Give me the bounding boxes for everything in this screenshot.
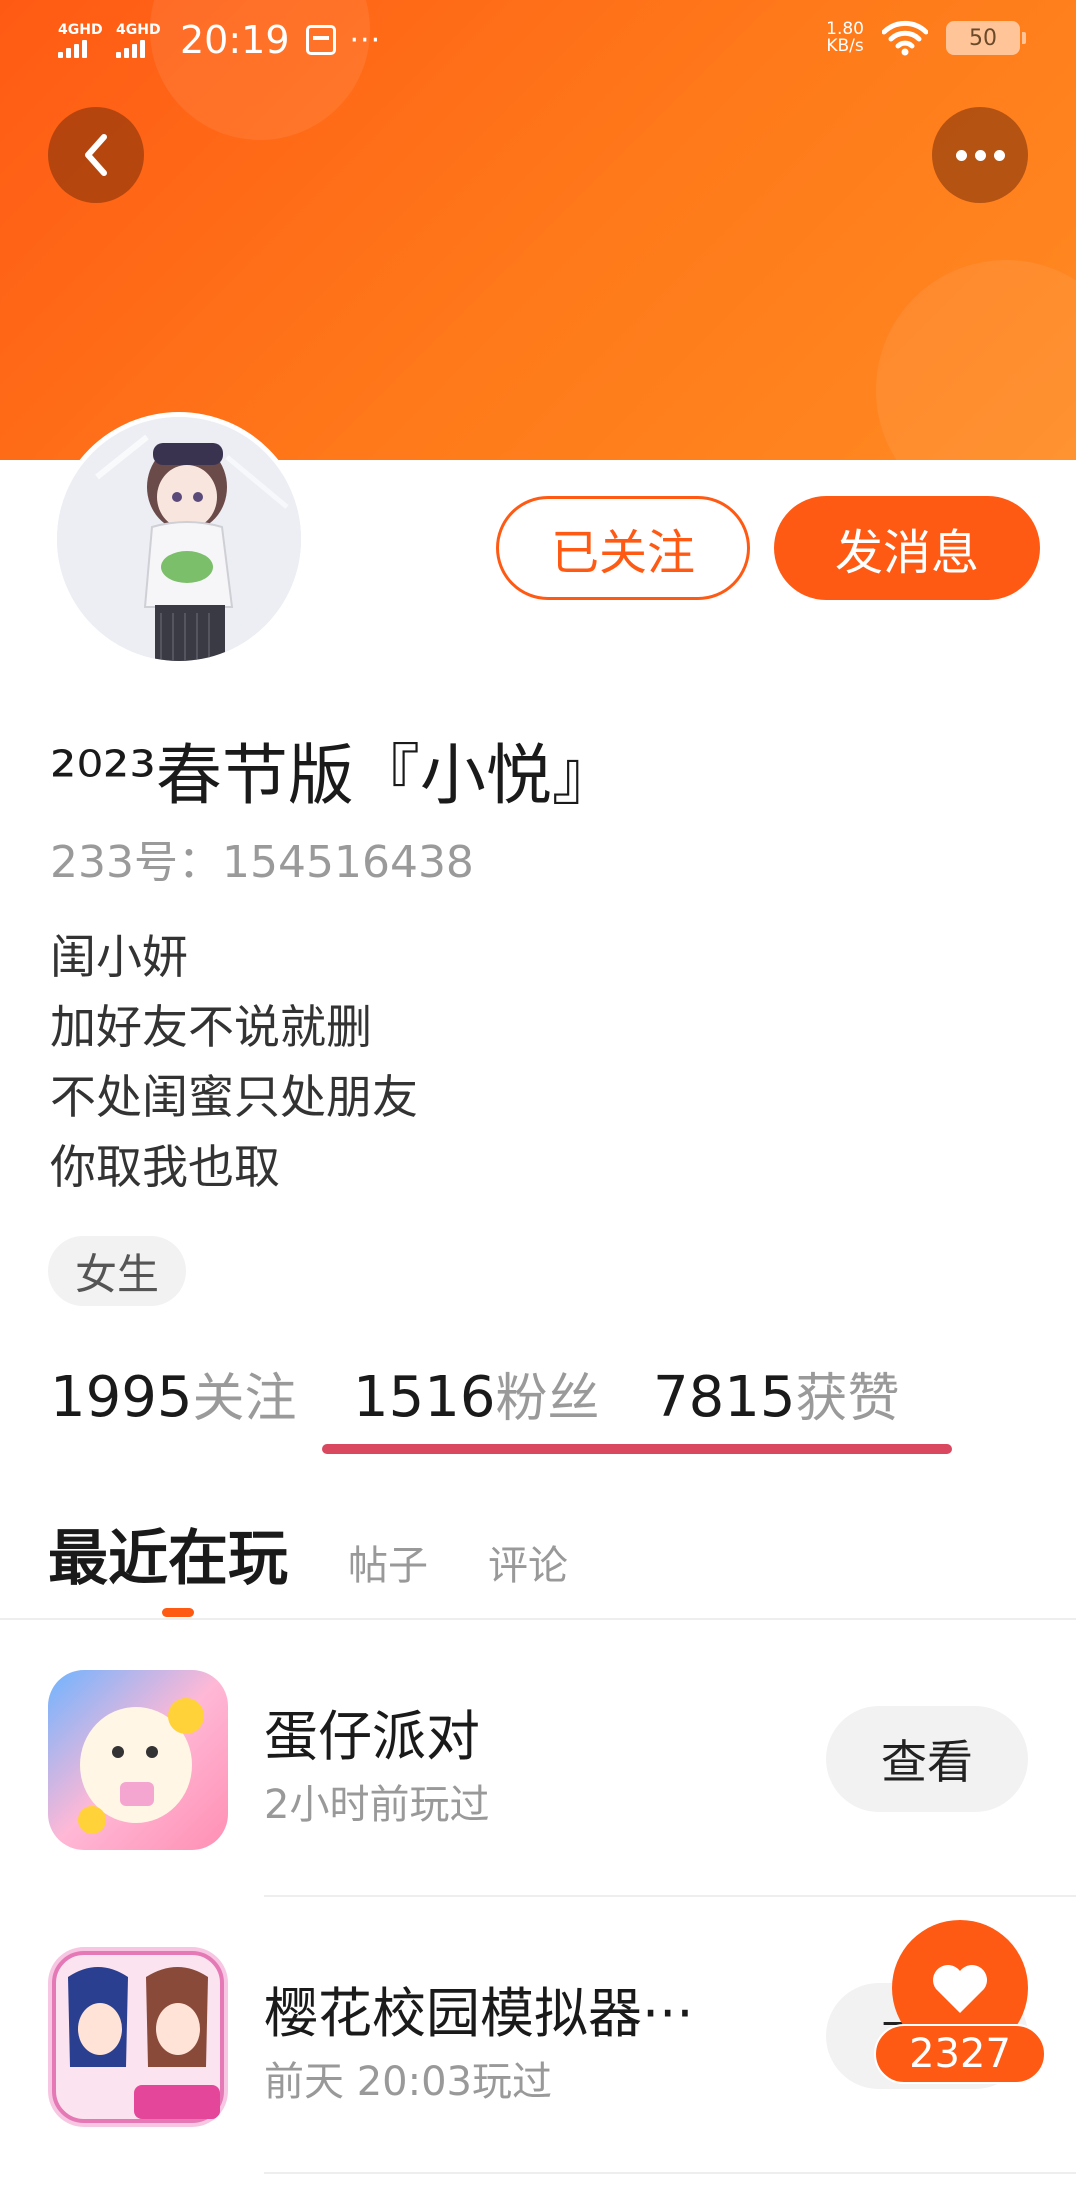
view-button[interactable]: 查看 [826,1706,1028,1812]
chevron-left-icon [85,134,107,176]
game-icon-image [48,1670,228,1850]
status-bar: 4GHD 4GHD 20:19 ··· 1.80 KB/s 50 [0,0,1076,90]
likes-label: 获赞 [795,1369,900,1429]
tab-posts[interactable]: 帖子 [348,1533,428,1591]
signal-icon: 4GHD [58,22,106,58]
bio-line: 加好友不说就删 [50,1000,372,1054]
network-speed: 1.80 KB/s [826,21,864,55]
back-button[interactable] [48,107,144,203]
game-name: 樱花校园模拟器··· [264,1982,694,2045]
status-right: 1.80 KB/s 50 [826,20,1026,56]
stat-fans[interactable]: 1516 粉丝 [353,1356,653,1431]
profile-tabs: 最近在玩 帖子 评论 [48,1510,568,1610]
heart-icon [933,1965,987,2013]
avatar-image [57,417,301,661]
game-last-played: 前天 20:03玩过 [264,2059,552,2105]
game-icon-image [48,1947,228,2127]
like-count-badge: 2327 [874,2024,1046,2084]
battery-level: 50 [969,25,997,51]
gender-tag: 女生 [48,1236,186,1306]
nickname: ²⁰²³春节版『小悦』 [50,737,618,814]
clock: 20:19 [180,18,290,62]
bio-line: 闺小妍 [50,930,188,984]
user-id: 233号：154516438 [50,837,474,888]
tab-comments[interactable]: 评论 [488,1533,568,1591]
game-last-played: 2小时前玩过 [264,1782,490,1828]
stat-following[interactable]: 1995 关注 [50,1356,353,1431]
followed-button[interactable]: 已关注 [496,496,750,600]
avatar[interactable] [52,412,306,666]
tab-indicator [162,1608,194,1617]
game-name: 蛋仔派对 [264,1705,480,1768]
stat-likes[interactable]: 7815 获赞 [653,1356,900,1431]
sim1-label: 4GHD [58,22,103,38]
game-icon [48,1670,228,1850]
battery-icon: 50 [946,21,1026,55]
sim-card-icon [305,25,336,55]
stats-bar: 1995 关注 1516 粉丝 7815 获赞 [50,1356,900,1436]
game-icon [48,1947,228,2127]
game-list-item[interactable]: 蛋仔派对 2小时前玩过 查看 [0,1620,1076,1860]
status-left: 4GHD 4GHD 20:19 ··· [58,18,381,62]
following-label: 关注 [192,1369,297,1429]
highlight-underline [322,1444,952,1454]
notification-more: ··· [349,22,382,58]
fans-count: 1516 [353,1365,496,1430]
bio: 闺小妍 加好友不说就删 不处闺蜜只处朋友 你取我也取 [50,922,418,1202]
bio-line: 你取我也取 [50,1140,280,1194]
tab-recently-played[interactable]: 最近在玩 [48,1510,288,1597]
speed-unit: KB/s [826,36,864,56]
following-count: 1995 [50,1365,193,1430]
fans-label: 粉丝 [495,1369,600,1429]
avatar-illustration [57,417,301,661]
signal-icon: 4GHD [116,22,164,58]
row-divider [264,2172,1076,2174]
banner-decoration [876,260,1076,460]
send-message-button[interactable]: 发消息 [774,496,1040,600]
sim2-label: 4GHD [116,22,161,38]
wifi-icon [882,20,928,56]
likes-count: 7815 [653,1365,796,1430]
more-options-button[interactable] [932,107,1028,203]
more-icon [955,149,1005,161]
bio-line: 不处闺蜜只处朋友 [50,1070,418,1124]
